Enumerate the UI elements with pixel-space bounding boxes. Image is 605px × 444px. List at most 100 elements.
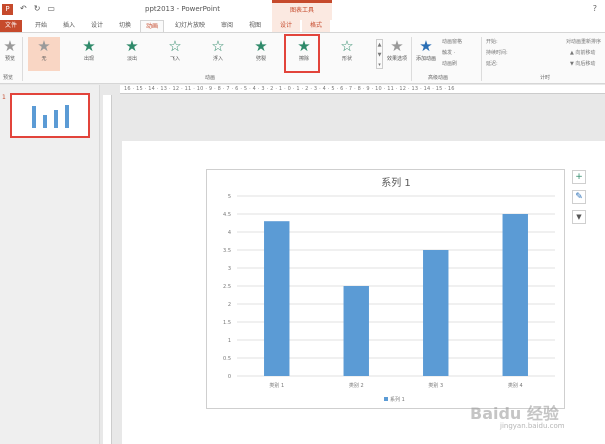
group-label-animation: 动画 <box>205 75 216 81</box>
anim-label: 出现 <box>83 56 94 62</box>
quick-access-toolbar: P ↶ ↻ ▭ <box>2 4 55 15</box>
tab-insert[interactable]: 插入 <box>58 20 80 32</box>
tab-animations[interactable]: 动画 <box>140 20 164 32</box>
legend-label: 系列 1 <box>390 396 405 403</box>
reorder-title: 对动画重新排序 <box>566 39 602 45</box>
star-icon: ★ <box>254 37 268 55</box>
y-tick-label: 4.5 <box>223 212 231 218</box>
effect-options-label: 效果选项 <box>386 56 407 62</box>
y-tick-label: 2.5 <box>223 284 231 290</box>
y-tick-label: 2 <box>228 302 231 308</box>
wipe-highlight-box <box>284 34 320 73</box>
star-icon: ☆ <box>168 37 182 55</box>
preview-button[interactable]: ★ 预览 <box>0 37 20 71</box>
chart-styles-button[interactable]: ✎ <box>572 190 586 204</box>
animation-painter-button[interactable]: 动画刷 <box>442 60 457 67</box>
chart-container[interactable]: 系列 1 0 0.5 1 1.5 2 2.5 3 3.5 4 4.5 5 类别 1 类别 2 类别 3 类别 … <box>206 169 565 409</box>
anim-label: 形状 <box>341 56 352 62</box>
anim-shape-button[interactable]: ☆ 形状 <box>331 37 363 71</box>
star-icon: ★ <box>390 37 404 55</box>
anim-fade-button[interactable]: ★ 淡出 <box>116 37 148 71</box>
y-tick-label: 5 <box>228 194 231 200</box>
tab-review[interactable]: 审阅 <box>216 20 238 32</box>
preview-star-icon: ★ <box>3 37 17 55</box>
timing-delay[interactable]: 延迟: <box>486 60 498 67</box>
ribbon-tabs: 文件 开始 插入 设计 切换 动画 幻灯片放映 审阅 视图 设计 格式 <box>0 20 605 32</box>
chart-tools-header: 图表工具 <box>272 0 332 20</box>
group-separator <box>22 37 23 81</box>
effect-options-button[interactable]: ★ 效果选项 <box>384 37 410 71</box>
thumbnail-bar <box>54 110 58 128</box>
baidu-watermark: Baidu 经验 <box>470 404 559 423</box>
chart-title: 系列 1 <box>381 176 411 189</box>
star-icon: ★ <box>37 37 51 55</box>
timing-start[interactable]: 开始: <box>486 38 498 45</box>
redo-icon[interactable]: ↻ <box>34 4 41 15</box>
add-animation-icon: ★ <box>419 37 433 55</box>
anim-label: 浮入 <box>212 56 223 62</box>
tab-chart-design[interactable]: 设计 <box>272 20 300 32</box>
star-icon: ★ <box>82 37 96 55</box>
anim-flyin-button[interactable]: ☆ 飞入 <box>159 37 191 71</box>
anim-appear-button[interactable]: ★ 出现 <box>73 37 105 71</box>
add-animation-button[interactable]: ★ 添加动画 <box>412 37 440 71</box>
powerpoint-icon: P <box>2 4 13 15</box>
undo-icon[interactable]: ↶ <box>20 4 27 15</box>
chart-filters-button[interactable]: ▼ <box>572 210 586 224</box>
move-later-button[interactable]: ▼ 向后移动 <box>570 60 595 67</box>
tab-transitions[interactable]: 切换 <box>114 20 136 32</box>
tab-file[interactable]: 文件 <box>0 20 22 32</box>
tab-chart-format[interactable]: 格式 <box>302 20 330 32</box>
move-earlier-button[interactable]: ▲ 向前移动 <box>570 49 595 56</box>
anim-label: 劈裂 <box>255 56 266 62</box>
anim-none-button[interactable]: ★ 无 <box>28 37 60 71</box>
help-button[interactable]: ? <box>593 4 597 13</box>
timing-duration[interactable]: 持续时间: <box>486 49 508 56</box>
title-bar: P ↶ ↻ ▭ ppt2013 - PowerPoint 图表工具 ? <box>0 0 605 20</box>
bar <box>264 221 290 376</box>
tab-view[interactable]: 视图 <box>244 20 266 32</box>
vertical-ruler <box>103 95 112 444</box>
chart-elements-button[interactable]: + <box>572 170 586 184</box>
slide-thumbnail[interactable] <box>10 93 90 138</box>
star-icon: ☆ <box>340 37 354 55</box>
x-tick-label: 类别 3 <box>428 382 443 389</box>
bar <box>423 250 449 376</box>
window-title: ppt2013 - PowerPoint <box>145 5 220 13</box>
legend-swatch <box>384 397 388 401</box>
y-tick-label: 1.5 <box>223 320 231 326</box>
gallery-scroll[interactable]: ▲ ▼ ▾ <box>376 39 383 69</box>
x-tick-label: 类别 4 <box>508 382 523 389</box>
add-animation-label: 添加动画 <box>415 56 436 62</box>
y-tick-label: 4 <box>228 230 231 236</box>
thumbnail-bar <box>43 115 47 128</box>
y-tick-label: 0.5 <box>223 356 231 362</box>
anim-label: 飞入 <box>169 56 180 62</box>
present-icon[interactable]: ▭ <box>47 4 55 15</box>
tab-design[interactable]: 设计 <box>86 20 108 32</box>
y-tick-label: 3.5 <box>223 248 231 254</box>
anim-label: 淡出 <box>126 56 137 62</box>
y-tick-label: 3 <box>228 266 231 272</box>
star-icon: ☆ <box>211 37 225 55</box>
group-label-advanced: 高级动画 <box>428 75 449 81</box>
tab-slideshow[interactable]: 幻灯片放映 <box>170 20 210 32</box>
group-label-timing: 计时 <box>540 75 551 81</box>
thumbnail-bar <box>65 105 69 128</box>
star-icon: ★ <box>125 37 139 55</box>
slide-number: 1 <box>2 94 6 101</box>
bar <box>343 286 369 376</box>
animation-pane-button[interactable]: 动画窗格 <box>442 38 462 45</box>
bar <box>502 214 528 376</box>
group-label-preview: 预览 <box>3 75 14 81</box>
slide-thumbnail-pane <box>0 85 100 444</box>
trigger-button[interactable]: 触发 · <box>442 49 455 56</box>
anim-split-button[interactable]: ★ 劈裂 <box>245 37 277 71</box>
x-tick-label: 类别 2 <box>349 382 364 389</box>
x-tick-label: 类别 1 <box>269 382 284 389</box>
anim-floatin-button[interactable]: ☆ 浮入 <box>202 37 234 71</box>
tab-home[interactable]: 开始 <box>30 20 52 32</box>
preview-label: 预览 <box>4 56 15 62</box>
thumbnail-bar <box>32 106 36 128</box>
watermark-url: jingyan.baidu.com <box>500 422 565 430</box>
